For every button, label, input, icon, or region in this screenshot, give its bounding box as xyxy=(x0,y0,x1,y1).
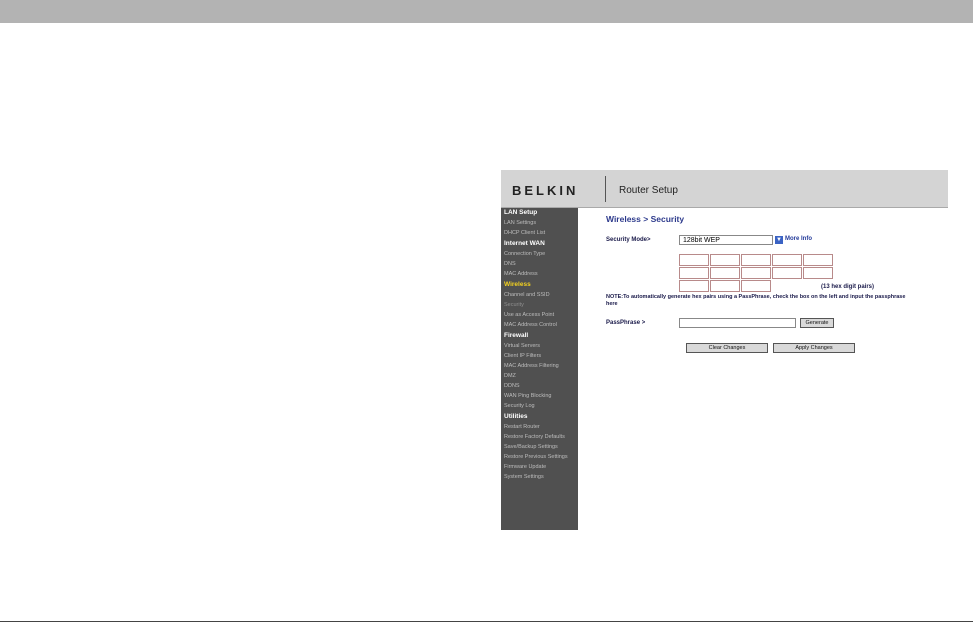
hex-key-field[interactable] xyxy=(803,267,833,279)
hex-key-field[interactable] xyxy=(679,254,709,266)
sidebar-item-system-settings[interactable]: System Settings xyxy=(504,474,544,480)
hex-key-field[interactable] xyxy=(741,254,771,266)
breadcrumb: Wireless > Security xyxy=(606,214,685,224)
hex-key-field[interactable] xyxy=(710,267,740,279)
logo-divider xyxy=(605,176,606,202)
sidebar: LAN Setup LAN Settings DHCP Client List … xyxy=(501,208,578,530)
sidebar-item-mac-address-filtering[interactable]: MAC Address Filtering xyxy=(504,363,559,369)
sidebar-item-lan-settings[interactable]: LAN Settings xyxy=(504,220,536,226)
sidebar-item-dmz[interactable]: DMZ xyxy=(504,373,516,379)
main-content: Wireless > Security Security Mode> 128bi… xyxy=(578,208,948,530)
passphrase-note: NOTE:To automatically generate hex pairs… xyxy=(606,294,906,307)
sidebar-item-restore-previous-settings[interactable]: Restore Previous Settings xyxy=(504,454,568,460)
hex-key-field[interactable] xyxy=(803,254,833,266)
sidebar-item-security[interactable]: Security xyxy=(504,302,524,308)
sidebar-heading-firewall: Firewall xyxy=(504,332,529,339)
hex-pairs-note: (13 hex digit pairs) xyxy=(821,284,875,290)
router-header: BELKIN Router Setup xyxy=(501,170,948,208)
sidebar-item-channel-ssid[interactable]: Channel and SSID xyxy=(504,292,550,298)
sidebar-item-dns[interactable]: DNS xyxy=(504,261,516,267)
sidebar-heading-wireless: Wireless xyxy=(504,281,531,288)
clear-changes-button[interactable]: Clear Changes xyxy=(686,343,768,353)
sidebar-item-security-log[interactable]: Security Log xyxy=(504,403,535,409)
sidebar-item-connection-type[interactable]: Connection Type xyxy=(504,251,545,257)
sidebar-heading-lan-setup: LAN Setup xyxy=(504,209,538,216)
apply-changes-button[interactable]: Apply Changes xyxy=(773,343,855,353)
hex-key-field[interactable] xyxy=(679,280,709,292)
sidebar-item-access-point[interactable]: Use as Access Point xyxy=(504,312,554,318)
sidebar-item-restart-router[interactable]: Restart Router xyxy=(504,424,540,430)
sidebar-heading-internet-wan: Internet WAN xyxy=(504,240,545,247)
hex-key-field[interactable] xyxy=(772,254,802,266)
passphrase-input[interactable] xyxy=(679,318,796,328)
hex-key-field[interactable] xyxy=(741,280,771,292)
generate-button[interactable]: Generate xyxy=(800,318,834,328)
more-info-link[interactable]: More Info xyxy=(785,236,812,242)
hex-key-field[interactable] xyxy=(710,254,740,266)
security-mode-select[interactable]: 128bit WEP xyxy=(679,235,773,245)
hex-key-field[interactable] xyxy=(710,280,740,292)
sidebar-item-firmware-update[interactable]: Firmware Update xyxy=(504,464,546,470)
sidebar-item-restore-factory-defaults[interactable]: Restore Factory Defaults xyxy=(504,434,565,440)
sidebar-item-virtual-servers[interactable]: Virtual Servers xyxy=(504,343,540,349)
hex-key-field[interactable] xyxy=(679,267,709,279)
sidebar-item-dhcp-client-list[interactable]: DHCP Client List xyxy=(504,230,545,236)
sidebar-item-save-backup-settings[interactable]: Save/Backup Settings xyxy=(504,444,558,450)
sidebar-item-wan-ping-blocking[interactable]: WAN Ping Blocking xyxy=(504,393,551,399)
security-mode-label: Security Mode> xyxy=(606,237,651,243)
sidebar-item-client-ip-filters[interactable]: Client IP Filters xyxy=(504,353,541,359)
top-band xyxy=(0,0,973,23)
sidebar-item-ddns[interactable]: DDNS xyxy=(504,383,520,389)
sidebar-item-mac-address[interactable]: MAC Address xyxy=(504,271,538,277)
sidebar-heading-utilities: Utilities xyxy=(504,413,528,420)
dropdown-arrow-icon[interactable]: ▼ xyxy=(775,236,783,244)
hex-key-field[interactable] xyxy=(741,267,771,279)
passphrase-label: PassPhrase > xyxy=(606,320,646,326)
hex-key-field[interactable] xyxy=(772,267,802,279)
app-title: Router Setup xyxy=(619,185,678,196)
router-setup-screenshot: BELKIN Router Setup LAN Setup LAN Settin… xyxy=(501,170,948,530)
belkin-logo: BELKIN xyxy=(512,183,579,198)
sidebar-item-mac-address-control[interactable]: MAC Address Control xyxy=(504,322,557,328)
bottom-rule xyxy=(0,621,973,622)
